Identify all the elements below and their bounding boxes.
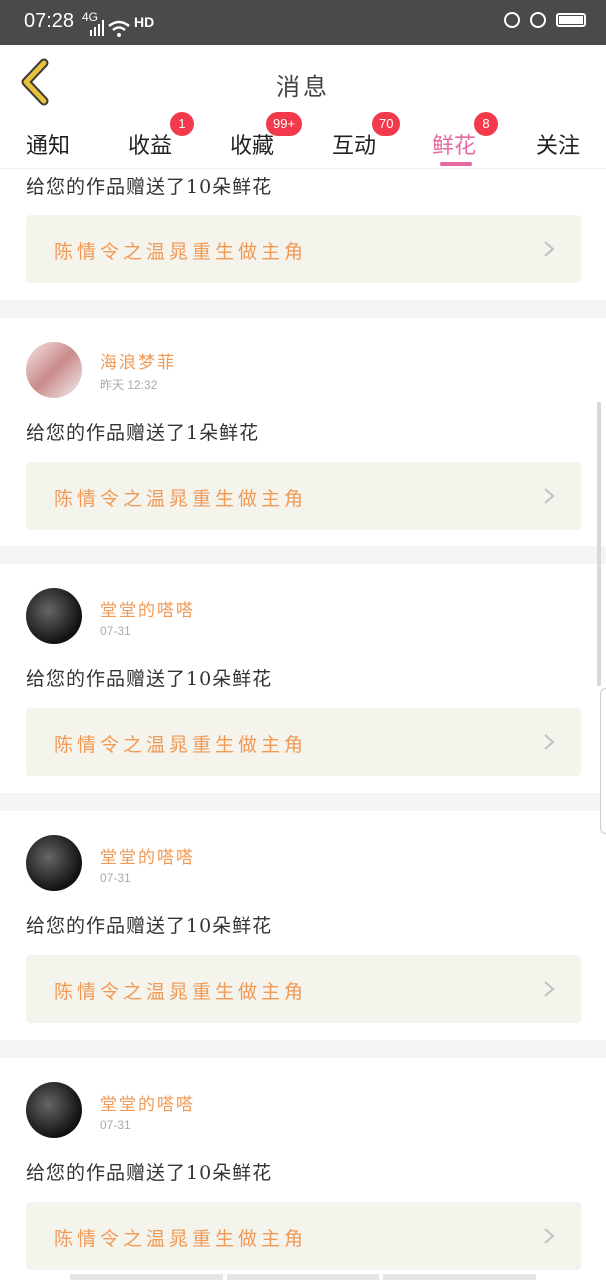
avatar[interactable] (26, 1082, 82, 1138)
timestamp: 昨天 12:32 (100, 378, 158, 392)
work-title: 陈情令之温晁重生做主角 (54, 734, 308, 756)
tab-earnings[interactable]: 收益 1 (128, 112, 194, 160)
work-link[interactable]: 陈情令之温晁重生做主角 (26, 1202, 581, 1270)
gift-message: 给您的作品赠送了10朵鲜花 (26, 915, 273, 937)
work-title: 陈情令之温晁重生做主角 (54, 241, 308, 263)
status-time: 07:28 (24, 10, 75, 32)
work-link[interactable]: 陈情令之温晁重生做主角 (26, 462, 581, 530)
gift-message: 给您的作品赠送了10朵鲜花 (26, 668, 273, 690)
bottom-indicator (70, 1274, 537, 1280)
tab-label: 收藏 (230, 134, 275, 159)
work-link[interactable]: 陈情令之温晁重生做主角 (26, 708, 581, 776)
chevron-right-icon (544, 241, 555, 257)
tab-label: 鲜花 (432, 134, 477, 159)
scrollbar[interactable] (597, 402, 601, 686)
avatar[interactable] (26, 342, 82, 398)
badge-count: 99+ (266, 112, 303, 136)
timestamp: 07-31 (100, 624, 131, 638)
tab-notice[interactable]: 通知 (26, 128, 70, 160)
work-link[interactable]: 陈情令之温晁重生做主角 (26, 215, 581, 283)
username[interactable]: 堂堂的嗒嗒 (100, 1090, 195, 1115)
active-tab-indicator (440, 162, 472, 166)
chevron-right-icon (544, 488, 555, 504)
tab-label: 通知 (26, 134, 71, 159)
wifi-icon (108, 20, 130, 37)
page-title: 消息 (276, 73, 330, 101)
tab-label: 关注 (536, 134, 581, 159)
avatar[interactable] (26, 588, 82, 644)
divider (0, 793, 606, 811)
badge-count: 1 (170, 112, 194, 136)
badge-count: 70 (372, 112, 401, 136)
chevron-right-icon (544, 1228, 555, 1244)
gift-message: 给您的作品赠送了10朵鲜花 (26, 176, 273, 198)
work-link[interactable]: 陈情令之温晁重生做主角 (26, 955, 581, 1023)
work-title: 陈情令之温晁重生做主角 (54, 1228, 308, 1250)
status-bar: 07:28 4G HD (0, 0, 606, 45)
tab-flowers[interactable]: 鲜花 8 (432, 112, 498, 160)
work-title: 陈情令之温晁重生做主角 (54, 488, 308, 510)
hd-indicator: HD (134, 14, 155, 30)
divider (0, 300, 606, 318)
username[interactable]: 堂堂的嗒嗒 (100, 596, 195, 621)
tab-label: 互动 (332, 134, 377, 159)
username[interactable]: 堂堂的嗒嗒 (100, 843, 195, 868)
battery-icon (556, 13, 586, 27)
avatar[interactable] (26, 835, 82, 891)
tab-favorites[interactable]: 收藏 99+ (230, 112, 303, 160)
timestamp: 07-31 (100, 871, 131, 885)
tab-follow[interactable]: 关注 (536, 128, 580, 160)
lock-rotation-icon (504, 12, 520, 28)
edge-panel-handle[interactable] (600, 688, 606, 834)
timestamp: 07-31 (100, 1118, 131, 1132)
username[interactable]: 海浪梦菲 (100, 348, 176, 373)
alarm-icon (530, 12, 546, 28)
gift-message: 给您的作品赠送了10朵鲜花 (26, 1162, 273, 1184)
tab-interaction[interactable]: 互动 70 (332, 112, 401, 160)
work-title: 陈情令之温晁重生做主角 (54, 981, 308, 1003)
divider (0, 1040, 606, 1058)
chevron-right-icon (544, 734, 555, 750)
header: 消息 (0, 45, 606, 120)
tab-bar: 通知 收益 1 收藏 99+ 互动 70 鲜花 8 关注 (0, 112, 606, 169)
divider (0, 546, 606, 564)
badge-count: 8 (474, 112, 498, 136)
chevron-right-icon (544, 981, 555, 997)
signal-icon (90, 20, 104, 36)
gift-message: 给您的作品赠送了1朵鲜花 (26, 422, 260, 444)
tab-label: 收益 (128, 134, 173, 159)
